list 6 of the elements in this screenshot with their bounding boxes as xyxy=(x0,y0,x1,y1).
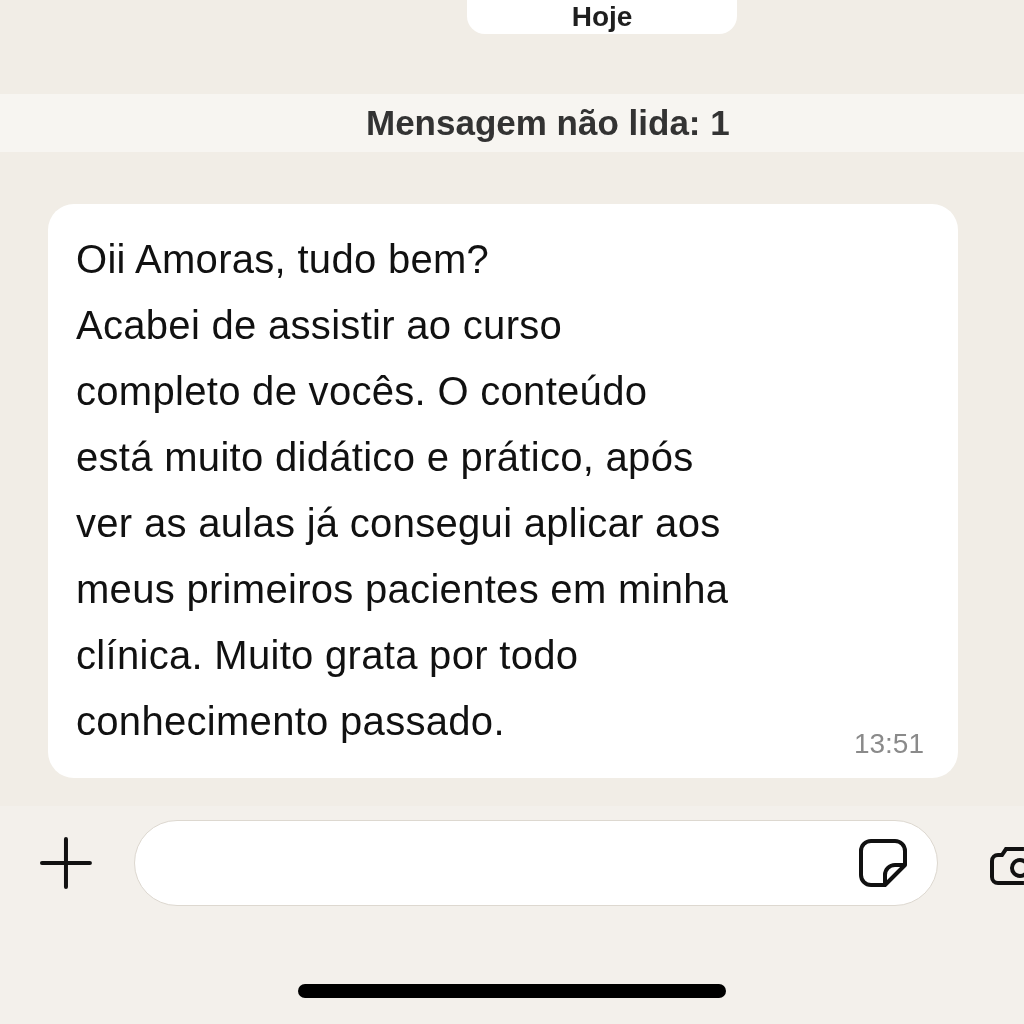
message-text: Oii Amoras, tudo bem? Acabei de assistir ao curso completo de vocês. O conteúdo está muito didático e prático, após ver as aulas já consegui aplicar aos meus primeiros pacientes em minha clínica. Muito grata por todo conhecimento passado. xyxy=(76,236,729,745)
unread-count-text: Mensagem não lida: 1 xyxy=(366,103,730,143)
plus-icon[interactable] xyxy=(38,835,94,891)
date-chip: Hoje xyxy=(467,0,737,34)
message-time: 13:51 xyxy=(853,728,924,760)
sticker-icon[interactable] xyxy=(857,837,910,889)
